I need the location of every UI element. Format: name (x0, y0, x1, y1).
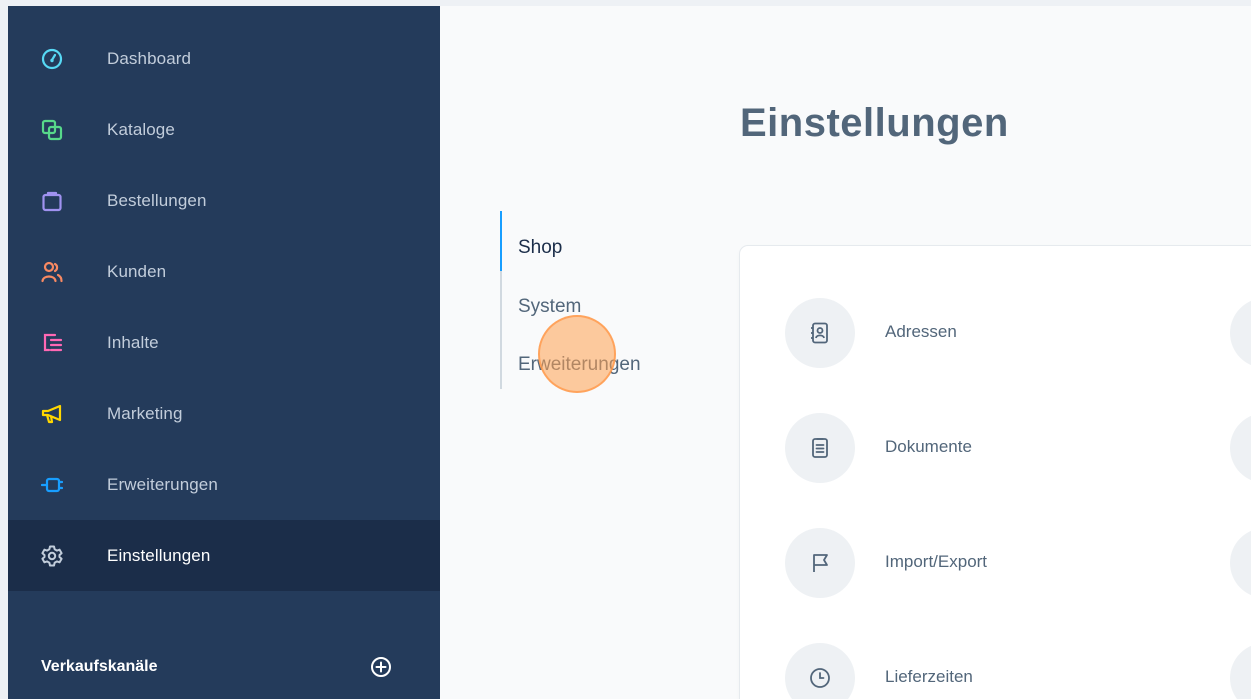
settings-item-adressen[interactable]: Adressen (740, 292, 1200, 372)
settings-item-dokumente[interactable]: Dokumente (740, 407, 1200, 487)
plug-icon (41, 474, 63, 496)
sidebar-item-kunden[interactable]: Kunden (8, 236, 440, 307)
settings-card: Adressen Dokumente Import/Export Lieferz… (740, 246, 1251, 699)
main-sidebar: Dashboard Kataloge Bestellungen Kunden I… (8, 6, 440, 699)
settings-item-right-2[interactable] (1230, 413, 1251, 483)
sidebar-item-label: Kataloge (107, 119, 175, 139)
click-indicator (538, 315, 616, 393)
gear-icon (41, 545, 63, 567)
settings-item-lieferzeiten[interactable]: Lieferzeiten (740, 637, 1200, 699)
settings-item-import-export[interactable]: Import/Export (740, 522, 1200, 602)
address-book-icon (785, 298, 855, 368)
sidebar-item-label: Kunden (107, 261, 167, 281)
settings-item-label: Lieferzeiten (885, 667, 973, 686)
sidebar-item-marketing[interactable]: Marketing (8, 378, 440, 449)
tab-shop[interactable]: Shop (518, 237, 562, 259)
settings-item-right-3[interactable] (1230, 528, 1251, 598)
flag-icon (785, 528, 855, 598)
sidebar-item-inhalte[interactable]: Inhalte (8, 307, 440, 378)
sidebar-item-einstellungen[interactable]: Einstellungen (8, 520, 440, 591)
sidebar-item-label: Dashboard (107, 48, 192, 68)
sidebar-item-label: Marketing (107, 403, 183, 423)
settings-item-right-1[interactable] (1230, 298, 1251, 368)
dashboard-icon (41, 48, 63, 70)
sidebar-item-label: Inhalte (107, 332, 159, 352)
sidebar-item-bestellungen[interactable]: Bestellungen (8, 165, 440, 236)
sales-channels-section: Verkaufskanäle (8, 646, 440, 690)
page-title: Einstellungen (740, 101, 1009, 145)
sidebar-item-dashboard[interactable]: Dashboard (8, 23, 440, 94)
clock-icon (785, 643, 855, 699)
content-icon (41, 332, 63, 354)
active-tab-indicator (500, 211, 502, 271)
users-icon (41, 261, 63, 283)
document-icon (785, 413, 855, 483)
plus-circle-icon[interactable] (370, 656, 392, 678)
sidebar-item-label: Bestellungen (107, 190, 207, 210)
megaphone-icon (41, 403, 63, 425)
shopping-bag-icon (41, 190, 63, 212)
catalog-icon (41, 119, 63, 141)
settings-item-label: Import/Export (885, 552, 988, 571)
sidebar-item-label: Erweiterungen (107, 474, 218, 494)
settings-item-right-4[interactable] (1230, 643, 1251, 699)
settings-item-label: Adressen (885, 322, 957, 341)
app-window: Dashboard Kataloge Bestellungen Kunden I… (8, 6, 1251, 699)
sales-channels-title: Verkaufskanäle (41, 658, 158, 675)
sidebar-item-label: Einstellungen (107, 545, 211, 565)
sidebar-item-kataloge[interactable]: Kataloge (8, 94, 440, 165)
sidebar-item-erweiterungen[interactable]: Erweiterungen (8, 449, 440, 520)
settings-item-label: Dokumente (885, 437, 972, 456)
